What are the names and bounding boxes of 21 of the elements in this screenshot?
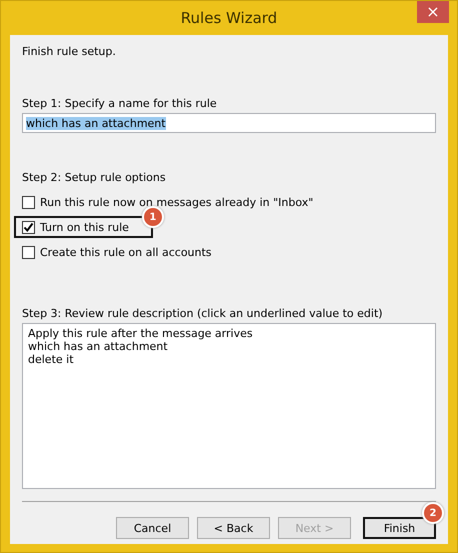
description-line: which has an attachment — [28, 340, 169, 353]
window-title: Rules Wizard — [180, 9, 278, 27]
heading: Finish rule setup. — [22, 45, 117, 58]
callout-badge: 2 — [422, 502, 444, 524]
close-button[interactable]: × — [417, 1, 449, 23]
description-line: Apply this rule after the message arrives — [28, 327, 254, 340]
rule-name-field[interactable]: which has an attachment — [22, 113, 436, 133]
checkbox[interactable] — [22, 196, 35, 208]
checkbox[interactable] — [22, 220, 35, 234]
description-line: delete it — [28, 353, 75, 366]
step-label: Step 3: Review rule description (click an underlined value to edit) — [22, 307, 384, 320]
dialog-button[interactable]: Finish — [363, 517, 436, 539]
step-label: Step 1: Specify a name for this rule — [22, 97, 218, 110]
dialog-button[interactable]: < Back — [197, 517, 270, 539]
checkbox[interactable] — [22, 246, 35, 258]
dialog-button[interactable]: Cancel — [116, 517, 189, 539]
callout-badge: 1 — [142, 206, 164, 228]
option-label[interactable]: Turn on this rule — [40, 220, 129, 234]
option-label[interactable]: Run this rule now on messages already in "Inbox" — [40, 196, 314, 208]
step-label: Step 2: Setup rule options — [22, 171, 167, 184]
option-label[interactable]: Create this rule on all accounts — [40, 246, 212, 258]
